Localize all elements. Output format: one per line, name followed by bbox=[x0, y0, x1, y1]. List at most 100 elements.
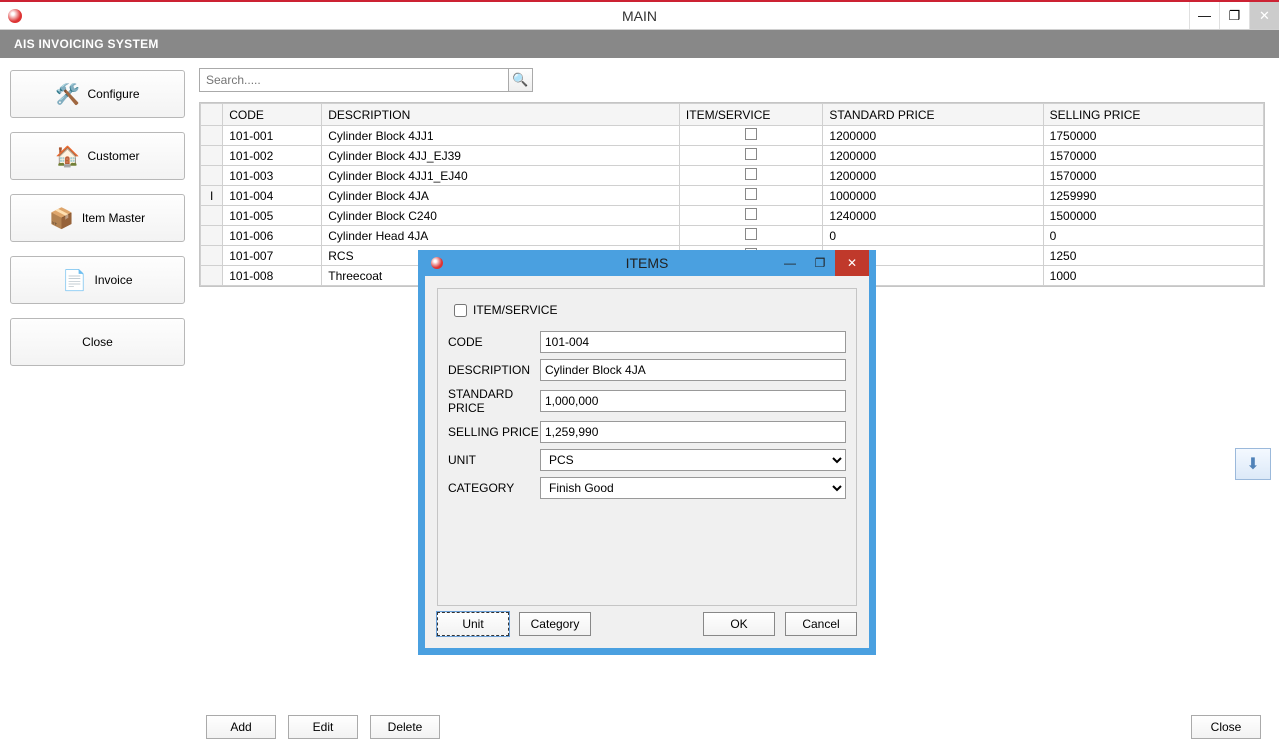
checkbox-icon[interactable] bbox=[745, 168, 757, 180]
search-button[interactable]: 🔍 bbox=[509, 68, 533, 92]
cell-item-service[interactable] bbox=[679, 146, 822, 166]
cell-item-service[interactable] bbox=[679, 226, 822, 246]
item-service-checkbox-label[interactable]: ITEM/SERVICE bbox=[454, 303, 557, 317]
cell-code[interactable]: 101-006 bbox=[223, 226, 322, 246]
cell-code[interactable]: 101-008 bbox=[223, 266, 322, 286]
item-service-checkbox[interactable] bbox=[454, 304, 467, 317]
cell-selling-price[interactable]: 1000 bbox=[1043, 266, 1263, 286]
col-item-service[interactable]: ITEM/SERVICE bbox=[679, 104, 822, 126]
cell-description[interactable]: Cylinder Block 4JJ_EJ39 bbox=[322, 146, 680, 166]
edit-button[interactable]: Edit bbox=[288, 715, 358, 739]
cell-standard-price[interactable]: 1200000 bbox=[823, 146, 1043, 166]
category-button[interactable]: Category bbox=[519, 612, 591, 636]
checkbox-icon[interactable] bbox=[745, 128, 757, 140]
cell-item-service[interactable] bbox=[679, 126, 822, 146]
cell-item-service[interactable] bbox=[679, 206, 822, 226]
cell-selling-price[interactable]: 1750000 bbox=[1043, 126, 1263, 146]
cell-selling-price[interactable]: 1570000 bbox=[1043, 166, 1263, 186]
col-standard-price[interactable]: STANDARD PRICE bbox=[823, 104, 1043, 126]
category-select[interactable]: Finish Good bbox=[540, 477, 846, 499]
cell-selling-price[interactable]: 1250 bbox=[1043, 246, 1263, 266]
cell-standard-price[interactable]: 1000000 bbox=[823, 186, 1043, 206]
item-master-button[interactable]: 📦 Item Master bbox=[10, 194, 185, 242]
description-field[interactable] bbox=[540, 359, 846, 381]
delete-button[interactable]: Delete bbox=[370, 715, 440, 739]
cell-selling-price[interactable]: 1500000 bbox=[1043, 206, 1263, 226]
unit-button[interactable]: Unit bbox=[437, 612, 509, 636]
col-code[interactable]: CODE bbox=[223, 104, 322, 126]
customer-icon: 🏠 bbox=[55, 144, 79, 168]
selling-price-field[interactable] bbox=[540, 421, 846, 443]
maximize-button[interactable]: ❐ bbox=[1219, 2, 1249, 29]
col-selling-price[interactable]: SELLING PRICE bbox=[1043, 104, 1263, 126]
configure-button[interactable]: 🛠️ Configure bbox=[10, 70, 185, 118]
cell-code[interactable]: 101-007 bbox=[223, 246, 322, 266]
cell-selling-price[interactable]: 1570000 bbox=[1043, 146, 1263, 166]
expand-panel-button[interactable]: ⬇ bbox=[1235, 448, 1271, 480]
sidebar: 🛠️ Configure 🏠 Customer 📦 Item Master 📄 … bbox=[0, 58, 195, 755]
cell-description[interactable]: Cylinder Block 4JJ1_EJ40 bbox=[322, 166, 680, 186]
configure-icon: 🛠️ bbox=[55, 82, 79, 106]
cell-description[interactable]: Cylinder Block C240 bbox=[322, 206, 680, 226]
dialog-titlebar[interactable]: ITEMS — ❐ ✕ bbox=[425, 250, 869, 276]
unit-label: UNIT bbox=[448, 453, 540, 467]
standard-price-field[interactable] bbox=[540, 390, 846, 412]
configure-label: Configure bbox=[87, 87, 139, 101]
table-row[interactable]: I101-004Cylinder Block 4JA 10000001259990 bbox=[201, 186, 1264, 206]
cell-code[interactable]: 101-002 bbox=[223, 146, 322, 166]
close-button[interactable]: Close bbox=[1191, 715, 1261, 739]
row-marker bbox=[201, 166, 223, 186]
cell-description[interactable]: Cylinder Block 4JJ1 bbox=[322, 126, 680, 146]
close-window-button[interactable]: ✕ bbox=[1249, 2, 1279, 29]
sidebar-close-button[interactable]: Close bbox=[10, 318, 185, 366]
cell-standard-price[interactable]: 0 bbox=[823, 226, 1043, 246]
cell-item-service[interactable] bbox=[679, 166, 822, 186]
code-label: CODE bbox=[448, 335, 540, 349]
cell-standard-price[interactable]: 1200000 bbox=[823, 166, 1043, 186]
cancel-button[interactable]: Cancel bbox=[785, 612, 857, 636]
dialog-button-row: Unit Category OK Cancel bbox=[437, 612, 857, 636]
row-marker: I bbox=[201, 186, 223, 206]
cell-standard-price[interactable]: 1240000 bbox=[823, 206, 1043, 226]
cell-description[interactable]: Cylinder Block 4JA bbox=[322, 186, 680, 206]
checkbox-icon[interactable] bbox=[745, 148, 757, 160]
cell-item-service[interactable] bbox=[679, 186, 822, 206]
unit-select[interactable]: PCS bbox=[540, 449, 846, 471]
invoice-label: Invoice bbox=[94, 273, 132, 287]
ok-button[interactable]: OK bbox=[703, 612, 775, 636]
cell-code[interactable]: 101-001 bbox=[223, 126, 322, 146]
item-master-icon: 📦 bbox=[50, 206, 74, 230]
cell-selling-price[interactable]: 1259990 bbox=[1043, 186, 1263, 206]
checkbox-icon[interactable] bbox=[745, 188, 757, 200]
row-marker bbox=[201, 206, 223, 226]
col-description[interactable]: DESCRIPTION bbox=[322, 104, 680, 126]
customer-button[interactable]: 🏠 Customer bbox=[10, 132, 185, 180]
app-header: AIS INVOICING SYSTEM bbox=[0, 30, 1279, 58]
table-row[interactable]: 101-002Cylinder Block 4JJ_EJ39 1200000157… bbox=[201, 146, 1264, 166]
cell-code[interactable]: 101-005 bbox=[223, 206, 322, 226]
cell-code[interactable]: 101-003 bbox=[223, 166, 322, 186]
row-header-col bbox=[201, 104, 223, 126]
table-row[interactable]: 101-001Cylinder Block 4JJ1 12000001750000 bbox=[201, 126, 1264, 146]
table-row[interactable]: 101-005Cylinder Block C240 12400001500000 bbox=[201, 206, 1264, 226]
row-marker bbox=[201, 146, 223, 166]
checkbox-icon[interactable] bbox=[745, 228, 757, 240]
cell-description[interactable]: Cylinder Head 4JA bbox=[322, 226, 680, 246]
cell-code[interactable]: 101-004 bbox=[223, 186, 322, 206]
table-header-row: CODE DESCRIPTION ITEM/SERVICE STANDARD P… bbox=[201, 104, 1264, 126]
search-input[interactable] bbox=[199, 68, 509, 92]
invoice-button[interactable]: 📄 Invoice bbox=[10, 256, 185, 304]
window-title: MAIN bbox=[0, 8, 1279, 24]
add-button[interactable]: Add bbox=[206, 715, 276, 739]
dialog-form: ITEM/SERVICE CODE DESCRIPTION STANDARD P… bbox=[437, 288, 857, 606]
app-icon bbox=[8, 9, 22, 23]
category-label: CATEGORY bbox=[448, 481, 540, 495]
table-row[interactable]: 101-003Cylinder Block 4JJ1_EJ40 120000015… bbox=[201, 166, 1264, 186]
cell-selling-price[interactable]: 0 bbox=[1043, 226, 1263, 246]
minimize-button[interactable]: — bbox=[1189, 2, 1219, 29]
table-row[interactable]: 101-006Cylinder Head 4JA 00 bbox=[201, 226, 1264, 246]
checkbox-icon[interactable] bbox=[745, 208, 757, 220]
cell-standard-price[interactable]: 1200000 bbox=[823, 126, 1043, 146]
code-field[interactable] bbox=[540, 331, 846, 353]
row-marker bbox=[201, 266, 223, 286]
